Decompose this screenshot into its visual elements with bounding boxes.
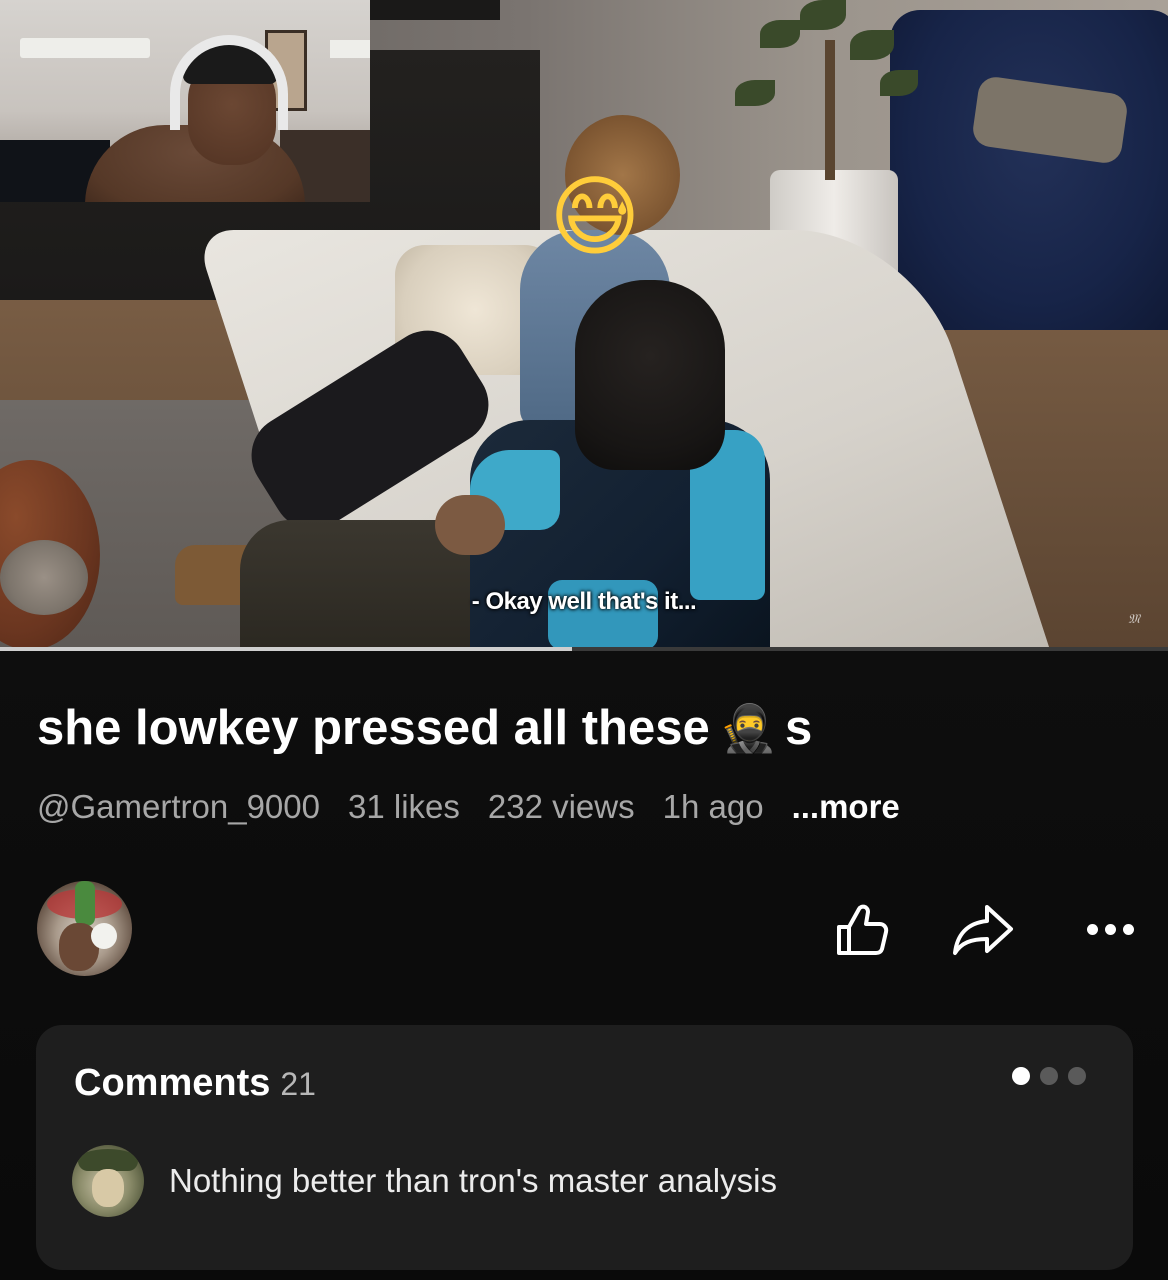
views-count: 232 views xyxy=(487,788,635,825)
comments-count: 21 xyxy=(280,1066,316,1102)
app-screen: 😅 𝔐 - Okay well that's it... she lowkey … xyxy=(0,0,1168,1280)
top-comment-text: Nothing better than tron's master analys… xyxy=(169,1162,777,1199)
post-title-text: she lowkey pressed all these xyxy=(37,701,710,755)
author-handle[interactable]: @Gamertron_9000 xyxy=(37,788,320,826)
pager-dot-2[interactable] xyxy=(1040,1067,1058,1085)
ninja-emoji: 🥷 xyxy=(719,701,778,755)
pager-dot-3[interactable] xyxy=(1068,1067,1086,1085)
post-meta: @Gamertron_9000 31 likes 232 views 1h ag… xyxy=(37,788,900,826)
share-button[interactable] xyxy=(948,894,1018,964)
comments-pager[interactable] xyxy=(1012,1067,1086,1085)
post-title: she lowkey pressed all these 🥷 s xyxy=(37,700,812,756)
likes-count: 31 likes xyxy=(347,788,460,825)
post-title-suffix: s xyxy=(785,701,813,755)
comments-header: Comments 21 xyxy=(74,1062,316,1105)
pager-dot-1[interactable] xyxy=(1012,1067,1030,1085)
face-cover-emoji: 😅 xyxy=(549,165,641,268)
author-avatar[interactable] xyxy=(37,881,132,976)
comments-title: Comments xyxy=(74,1062,271,1104)
more-description-link[interactable]: ...more xyxy=(792,788,900,826)
video-subtitle: - Okay well that's it... xyxy=(471,588,697,615)
webcam-overlay xyxy=(0,0,370,202)
video-progress-fill xyxy=(0,647,572,651)
comments-panel[interactable]: Comments 21 Nothing better than tron's ma… xyxy=(36,1025,1133,1270)
video-player[interactable]: 😅 𝔐 - Okay well that's it... xyxy=(0,0,1168,650)
thumbs-up-icon xyxy=(837,904,889,955)
more-horizontal-icon xyxy=(1086,923,1134,935)
commenter-avatar[interactable] xyxy=(72,1145,144,1217)
share-arrow-icon xyxy=(953,905,1013,955)
like-button[interactable] xyxy=(826,894,896,964)
post-time: 1h ago xyxy=(662,788,764,825)
more-options-button[interactable] xyxy=(1075,894,1145,964)
